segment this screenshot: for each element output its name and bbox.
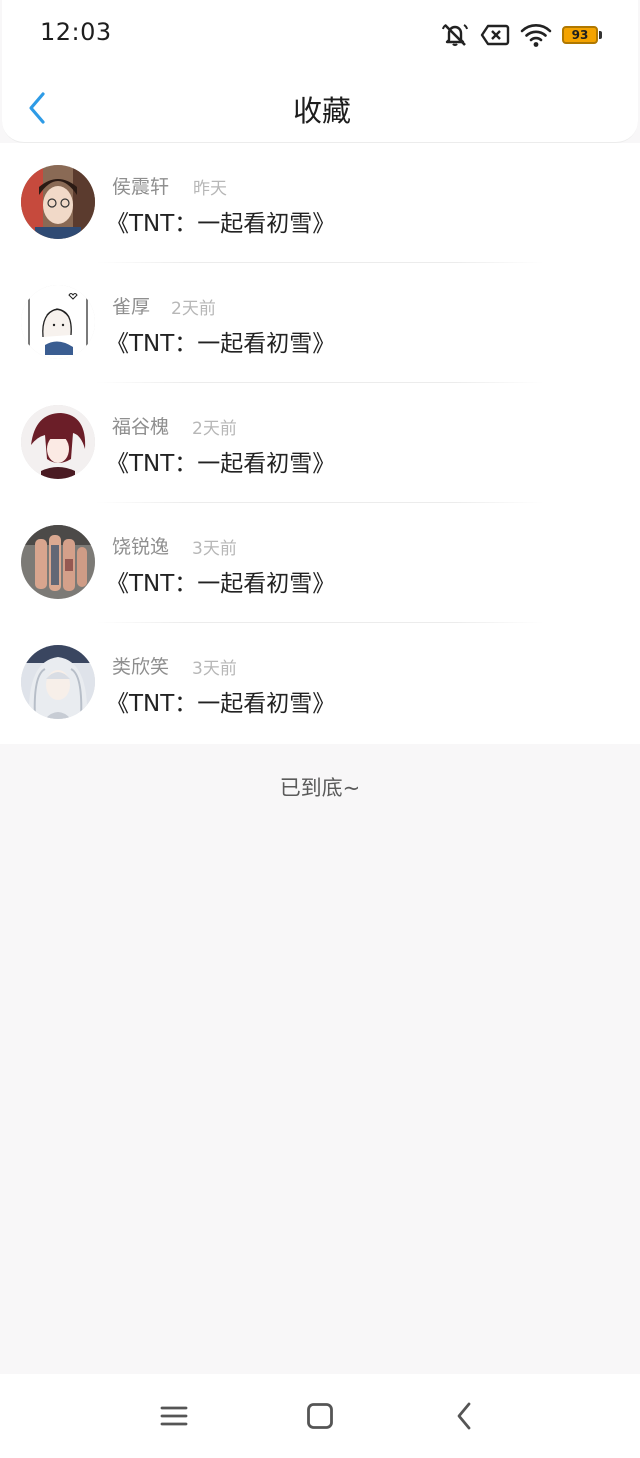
list-item[interactable]: 侯震轩 昨天 《TNT：一起看初雪》 <box>0 143 640 263</box>
mute-icon <box>440 21 470 49</box>
favorite-content[interactable]: 《TNT：一起看初雪》 <box>106 564 335 598</box>
end-of-list-label: 已到底~ <box>279 776 361 800</box>
favorite-content[interactable]: 《TNT：一起看初雪》 <box>106 324 335 358</box>
timestamp: 3天前 <box>192 539 237 559</box>
favorites-screen: 12:03 93 收藏 侯震轩 昨天 《TNT：一起看初雪》 雀厚 2天前 《T… <box>0 0 640 1458</box>
list-item[interactable]: 雀厚 2天前 《TNT：一起看初雪》 <box>0 263 640 383</box>
timestamp: 昨天 <box>193 179 227 199</box>
timestamp: 3天前 <box>192 659 237 679</box>
user-name: 饶锐逸 <box>112 536 170 558</box>
user-name: 类欣笑 <box>112 656 170 678</box>
page-title: 收藏 <box>292 94 351 128</box>
favorite-content[interactable]: 《TNT：一起看初雪》 <box>106 204 335 238</box>
favorite-content[interactable]: 《TNT：一起看初雪》 <box>106 444 335 478</box>
status-time: 12:03 <box>40 18 112 46</box>
menu-icon <box>160 1406 188 1426</box>
user-name: 雀厚 <box>112 296 151 318</box>
avatar[interactable] <box>21 285 95 359</box>
wifi-icon <box>520 22 552 48</box>
home-icon <box>307 1403 333 1429</box>
menu-button[interactable] <box>154 1398 194 1434</box>
user-name: 侯震轩 <box>112 176 170 198</box>
no-sim-icon <box>480 23 510 47</box>
avatar[interactable] <box>21 645 95 719</box>
list-item[interactable]: 饶锐逸 3天前 《TNT：一起看初雪》 <box>0 503 640 623</box>
home-button[interactable] <box>300 1398 340 1434</box>
timestamp: 2天前 <box>171 299 216 319</box>
timestamp: 2天前 <box>192 419 237 439</box>
system-nav-bar <box>0 1374 640 1458</box>
avatar[interactable] <box>21 405 95 479</box>
avatar[interactable] <box>21 165 95 239</box>
list-item[interactable]: 类欣笑 3天前 《TNT：一起看初雪》 <box>0 623 640 743</box>
favorite-content[interactable]: 《TNT：一起看初雪》 <box>106 684 335 718</box>
battery-level: 93 <box>562 26 598 44</box>
status-icons: 93 <box>440 20 602 50</box>
battery-icon: 93 <box>562 26 602 44</box>
nav-back-button[interactable] <box>444 1398 484 1434</box>
avatar[interactable] <box>21 525 95 599</box>
back-icon <box>457 1402 471 1430</box>
header: 12:03 93 收藏 <box>2 0 638 143</box>
list-item[interactable]: 福谷槐 2天前 《TNT：一起看初雪》 <box>0 383 640 503</box>
user-name: 福谷槐 <box>112 416 170 438</box>
favorites-list: 侯震轩 昨天 《TNT：一起看初雪》 雀厚 2天前 《TNT：一起看初雪》 福谷… <box>0 143 640 744</box>
